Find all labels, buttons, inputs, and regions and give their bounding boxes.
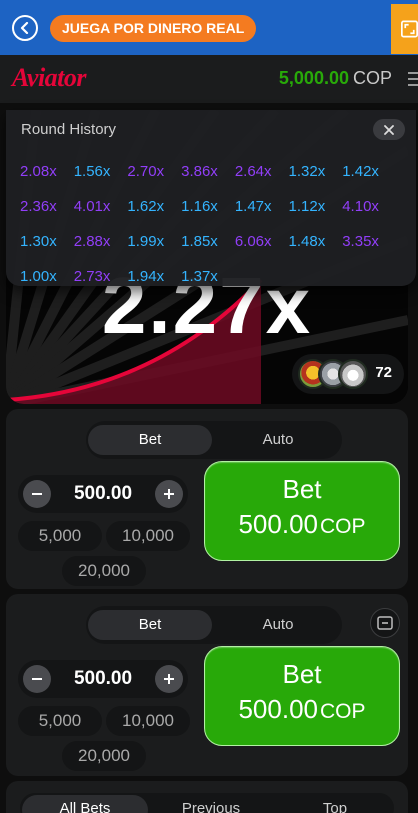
history-multiplier[interactable]: 2.73x bbox=[74, 268, 111, 285]
hamburger-icon[interactable] bbox=[408, 72, 418, 86]
close-icon bbox=[384, 124, 394, 135]
history-row: 2.08x 1.56x 2.70x 3.86x 2.64x 1.32x 1.42x bbox=[20, 154, 406, 189]
history-multiplier[interactable]: 1.16x bbox=[181, 198, 218, 215]
close-history-button[interactable] bbox=[373, 119, 405, 140]
bet-button-currency: COP bbox=[320, 700, 366, 723]
tab-bet[interactable]: Bet bbox=[88, 610, 212, 640]
bet-mode-tabs: Bet Auto bbox=[86, 606, 342, 644]
history-row: 1.30x 2.88x 1.99x 1.85x 6.06x 1.48x 3.35x bbox=[20, 224, 406, 259]
stake-stepper: 500.00 bbox=[18, 475, 188, 513]
promo-banner: JUEGA POR DINERO REAL bbox=[0, 0, 418, 55]
remove-bet-panel-button[interactable] bbox=[370, 608, 400, 638]
history-multiplier[interactable]: 1.00x bbox=[20, 268, 57, 285]
round-history-title: Round History bbox=[21, 121, 117, 138]
history-multiplier[interactable]: 1.12x bbox=[289, 198, 326, 215]
plus-icon bbox=[164, 674, 174, 684]
history-multiplier[interactable]: 1.62x bbox=[127, 198, 164, 215]
decrease-stake-button[interactable] bbox=[23, 480, 51, 508]
quick-stake-chip[interactable]: 5,000 bbox=[18, 706, 102, 736]
history-multiplier[interactable]: 2.08x bbox=[20, 163, 57, 180]
quick-stake-chip[interactable]: 10,000 bbox=[106, 706, 190, 736]
round-history-panel: Round History 2.08x 1.56x 2.70x 3.86x 2.64x 1… bbox=[6, 110, 416, 286]
history-multiplier[interactable]: 2.70x bbox=[127, 163, 164, 180]
stake-stepper: 500.00 bbox=[18, 660, 188, 698]
minus-square-icon bbox=[377, 616, 393, 630]
chevron-left-icon bbox=[20, 22, 29, 34]
place-bet-button[interactable]: Bet 500.00COP bbox=[204, 461, 400, 561]
bets-list-tabs: All Bets Previous Top bbox=[20, 793, 394, 813]
history-multiplier[interactable]: 1.37x bbox=[181, 268, 218, 285]
stake-amount[interactable]: 500.00 bbox=[52, 483, 154, 505]
quick-stake-chip[interactable]: 5,000 bbox=[18, 521, 102, 551]
players-count: 72 bbox=[375, 364, 392, 381]
tab-previous[interactable]: Previous bbox=[148, 795, 274, 813]
tab-auto[interactable]: Auto bbox=[216, 425, 340, 455]
quick-stake-chip[interactable]: 20,000 bbox=[62, 556, 146, 586]
minus-icon bbox=[32, 493, 42, 495]
history-multiplier[interactable]: 1.32x bbox=[289, 163, 326, 180]
minus-icon bbox=[32, 678, 42, 680]
history-multiplier[interactable]: 1.85x bbox=[181, 233, 218, 250]
history-multiplier[interactable]: 1.48x bbox=[289, 233, 326, 250]
balance-display: 5,000.00 COP bbox=[279, 68, 392, 89]
place-bet-button[interactable]: Bet 500.00COP bbox=[204, 646, 400, 746]
tab-top[interactable]: Top bbox=[272, 795, 398, 813]
plus-icon bbox=[164, 489, 174, 499]
real-money-button[interactable]: JUEGA POR DINERO REAL bbox=[50, 15, 257, 42]
history-multiplier[interactable]: 1.30x bbox=[20, 233, 57, 250]
history-multiplier[interactable]: 1.99x bbox=[127, 233, 164, 250]
tab-auto[interactable]: Auto bbox=[216, 610, 340, 640]
history-multiplier[interactable]: 6.06x bbox=[235, 233, 272, 250]
game-header: Aviator 5,000.00 COP bbox=[0, 55, 418, 103]
bet-button-label: Bet bbox=[282, 659, 322, 689]
bet-button-label: Bet bbox=[282, 474, 322, 504]
bet-panel-2: Bet Auto 500.00 5,000 10,000 20,000 Bet … bbox=[6, 594, 408, 776]
bet-button-currency: COP bbox=[320, 515, 366, 538]
back-button[interactable] bbox=[12, 15, 38, 41]
increase-stake-button[interactable] bbox=[155, 665, 183, 693]
aviator-logo: Aviator bbox=[12, 63, 87, 92]
increase-stake-button[interactable] bbox=[155, 480, 183, 508]
decrease-stake-button[interactable] bbox=[23, 665, 51, 693]
stake-amount[interactable]: 500.00 bbox=[52, 668, 154, 690]
fullscreen-button[interactable] bbox=[391, 4, 418, 54]
bets-list-panel: All Bets Previous Top bbox=[6, 781, 408, 813]
balance-currency: COP bbox=[352, 68, 392, 88]
bet-button-amount: 500.00 bbox=[238, 509, 318, 539]
quick-stake-chip[interactable]: 10,000 bbox=[106, 521, 190, 551]
online-players: 72 bbox=[292, 354, 404, 394]
bet-panel-1: Bet Auto 500.00 5,000 10,000 20,000 Bet … bbox=[6, 409, 408, 589]
tab-bet[interactable]: Bet bbox=[88, 425, 212, 455]
round-history-grid: 2.08x 1.56x 2.70x 3.86x 2.64x 1.32x 1.42x 2.36x… bbox=[20, 154, 406, 294]
history-multiplier[interactable]: 3.35x bbox=[342, 233, 379, 250]
bet-mode-tabs: Bet Auto bbox=[86, 421, 342, 459]
avatar bbox=[338, 359, 368, 389]
history-multiplier[interactable]: 1.94x bbox=[127, 268, 164, 285]
tab-all-bets[interactable]: All Bets bbox=[22, 795, 148, 813]
balance-amount: 5,000.00 bbox=[278, 68, 349, 88]
fullscreen-icon bbox=[401, 20, 418, 38]
history-multiplier[interactable]: 2.88x bbox=[74, 233, 111, 250]
history-multiplier[interactable]: 1.47x bbox=[235, 198, 272, 215]
history-multiplier[interactable]: 3.86x bbox=[181, 163, 218, 180]
history-multiplier[interactable]: 4.10x bbox=[342, 198, 379, 215]
bet-button-amount: 500.00 bbox=[238, 694, 318, 724]
history-multiplier[interactable]: 2.36x bbox=[20, 198, 57, 215]
history-multiplier[interactable]: 1.56x bbox=[74, 163, 111, 180]
history-row: 2.36x 4.01x 1.62x 1.16x 1.47x 1.12x 4.10x bbox=[20, 189, 406, 224]
history-multiplier[interactable]: 2.64x bbox=[235, 163, 272, 180]
quick-stake-chip[interactable]: 20,000 bbox=[62, 741, 146, 771]
history-multiplier[interactable]: 4.01x bbox=[74, 198, 111, 215]
history-multiplier[interactable]: 1.42x bbox=[342, 163, 379, 180]
history-row: 1.00x 2.73x 1.94x 1.37x bbox=[20, 259, 406, 294]
